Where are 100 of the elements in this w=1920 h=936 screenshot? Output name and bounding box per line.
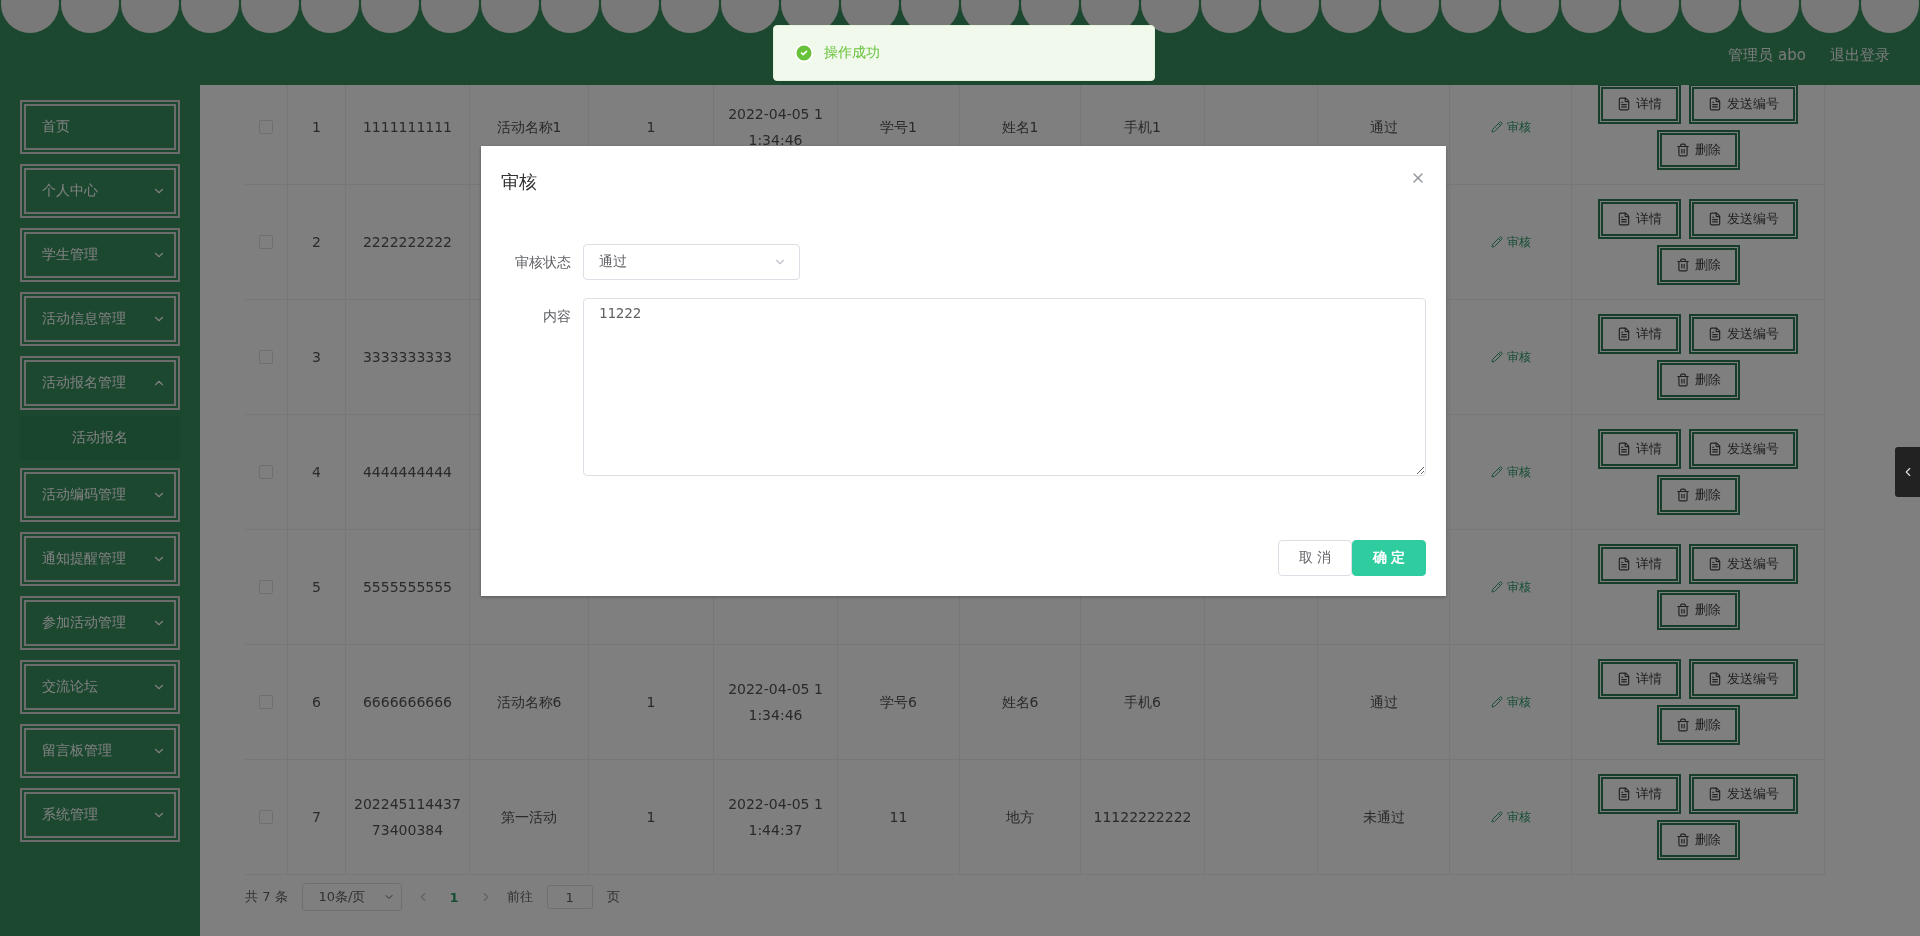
audit-link[interactable]: 审核: [1490, 804, 1531, 830]
delete-button[interactable]: 删除: [1656, 475, 1740, 515]
sidebar-menu-item[interactable]: 活动报名管理: [20, 356, 180, 410]
table-cell-text: 7: [312, 808, 321, 827]
sidebar-menu-item[interactable]: 参加活动管理: [20, 596, 180, 650]
delete-button[interactable]: 删除: [1656, 705, 1740, 745]
table-cell-text: 手机1: [1124, 118, 1161, 137]
send-number-button[interactable]: 发送编号: [1689, 429, 1798, 469]
audit-link[interactable]: 审核: [1490, 574, 1531, 600]
audit-link[interactable]: 审核: [1490, 229, 1531, 255]
sidebar-menu-item[interactable]: 通知提醒管理: [20, 532, 180, 586]
table-cell-text: 4444444444: [362, 463, 453, 482]
table-cell-text: 5555555555: [362, 578, 453, 597]
sidebar-menu-item[interactable]: 个人中心: [20, 164, 180, 218]
table-cell-text: 1: [312, 118, 321, 137]
status-select[interactable]: 通过: [583, 244, 800, 280]
document-icon: [1617, 442, 1631, 456]
pencil-icon: [1490, 236, 1503, 248]
table-cell-text: 3333333333: [362, 348, 453, 367]
table-cell-text: 5: [312, 578, 321, 597]
send-number-button[interactable]: 发送编号: [1689, 659, 1798, 699]
table-cell-text: 11: [889, 808, 908, 827]
details-button[interactable]: 详情: [1598, 544, 1681, 584]
send-number-button[interactable]: 发送编号: [1689, 85, 1798, 124]
table-cell-text: 2022-04-05 11:34:46: [727, 105, 824, 150]
table-cell-text: 2022-04-05 11:44:37: [727, 795, 824, 840]
table-cell-text: 6666666666: [362, 693, 453, 712]
goto-page-field[interactable]: 1: [546, 885, 593, 909]
sidebar-menu-item[interactable]: 留言板管理: [20, 724, 180, 778]
table-cell-text: 4: [312, 463, 321, 482]
document-icon: [1617, 97, 1631, 111]
dialog-title: 审核: [501, 170, 537, 194]
details-button[interactable]: 详情: [1598, 659, 1681, 699]
send-number-button[interactable]: 发送编号: [1689, 199, 1798, 239]
trash-icon: [1675, 488, 1690, 502]
delete-button[interactable]: 删除: [1656, 130, 1740, 170]
side-drawer-tab[interactable]: [1895, 447, 1920, 497]
sidebar-menu-item[interactable]: 首页: [20, 100, 180, 154]
audit-link[interactable]: 审核: [1490, 459, 1531, 485]
document-icon: [1617, 212, 1631, 226]
document-icon: [1617, 327, 1631, 341]
table-cell-text: 2222222222: [362, 233, 453, 252]
table-cell-text: 1: [646, 808, 656, 827]
details-button[interactable]: 详情: [1598, 314, 1681, 354]
trash-icon: [1675, 258, 1690, 272]
sidebar-menu-item[interactable]: 交流论坛: [20, 660, 180, 714]
table-cell-text: 活动名称6: [496, 693, 562, 712]
table-cell-text: 姓名1: [1001, 118, 1039, 137]
document-icon: [1708, 212, 1722, 226]
details-button[interactable]: 详情: [1598, 429, 1681, 469]
table-cell-text: 通过: [1369, 693, 1398, 712]
page-size-select[interactable]: 10条/页: [301, 883, 402, 911]
table-cell-text: 通过: [1369, 118, 1398, 137]
audit-link[interactable]: 审核: [1490, 344, 1531, 370]
table-cell-text: 11122222222: [1093, 808, 1192, 827]
table-cell-text: 未通过: [1362, 808, 1405, 827]
trash-icon: [1675, 833, 1690, 847]
document-icon: [1708, 557, 1722, 571]
send-number-button[interactable]: 发送编号: [1689, 314, 1798, 354]
sidebar-menu-item[interactable]: 学生管理: [20, 228, 180, 282]
pencil-icon: [1490, 811, 1503, 823]
page-suffix: 页: [606, 888, 620, 906]
sidebar-menu-item[interactable]: 系统管理: [20, 788, 180, 842]
table-cell-text: 手机6: [1124, 693, 1161, 712]
pencil-icon: [1490, 581, 1503, 593]
table-cell-text: 2022-04-05 11:34:46: [727, 680, 824, 725]
table-cell-text: 地方: [1006, 808, 1034, 827]
table-cell-text: 姓名6: [1001, 693, 1039, 712]
delete-button[interactable]: 删除: [1656, 360, 1740, 400]
logout-link[interactable]: 退出登录: [1830, 46, 1890, 65]
audit-link[interactable]: 审核: [1490, 114, 1531, 140]
document-icon: [1617, 557, 1631, 571]
page-number[interactable]: 1: [443, 889, 465, 905]
document-icon: [1708, 97, 1722, 111]
send-number-button[interactable]: 发送编号: [1689, 544, 1798, 584]
details-button[interactable]: 详情: [1598, 774, 1681, 814]
trash-icon: [1675, 373, 1690, 387]
trash-icon: [1675, 603, 1690, 617]
sidebar-menu-item[interactable]: 活动编码管理: [20, 468, 180, 522]
send-number-button[interactable]: 发送编号: [1689, 774, 1798, 814]
goto-label: 前往: [506, 888, 533, 906]
table-cell-text: 第一活动: [501, 808, 557, 827]
table-cell-text: 1: [646, 693, 656, 712]
cancel-button[interactable]: 取 消: [1278, 540, 1352, 576]
audit-link[interactable]: 审核: [1490, 689, 1531, 715]
table-cell-text: 20224511443773400384: [354, 795, 461, 840]
check-circle-icon: [794, 43, 814, 63]
form-label: 审核状态: [514, 253, 572, 272]
sidebar-menu-item[interactable]: 活动信息管理: [20, 292, 180, 346]
pencil-icon: [1490, 351, 1503, 363]
content-textarea[interactable]: 11222: [583, 298, 1426, 476]
table-cell-text: 活动名称1: [496, 118, 562, 137]
table-cell-text: 3: [312, 348, 321, 367]
delete-button[interactable]: 删除: [1656, 590, 1740, 630]
table-cell-text: 1: [646, 118, 656, 137]
delete-button[interactable]: 删除: [1656, 820, 1740, 860]
details-button[interactable]: 详情: [1598, 199, 1681, 239]
details-button[interactable]: 详情: [1598, 85, 1681, 124]
pencil-icon: [1490, 466, 1503, 478]
delete-button[interactable]: 删除: [1656, 245, 1740, 285]
